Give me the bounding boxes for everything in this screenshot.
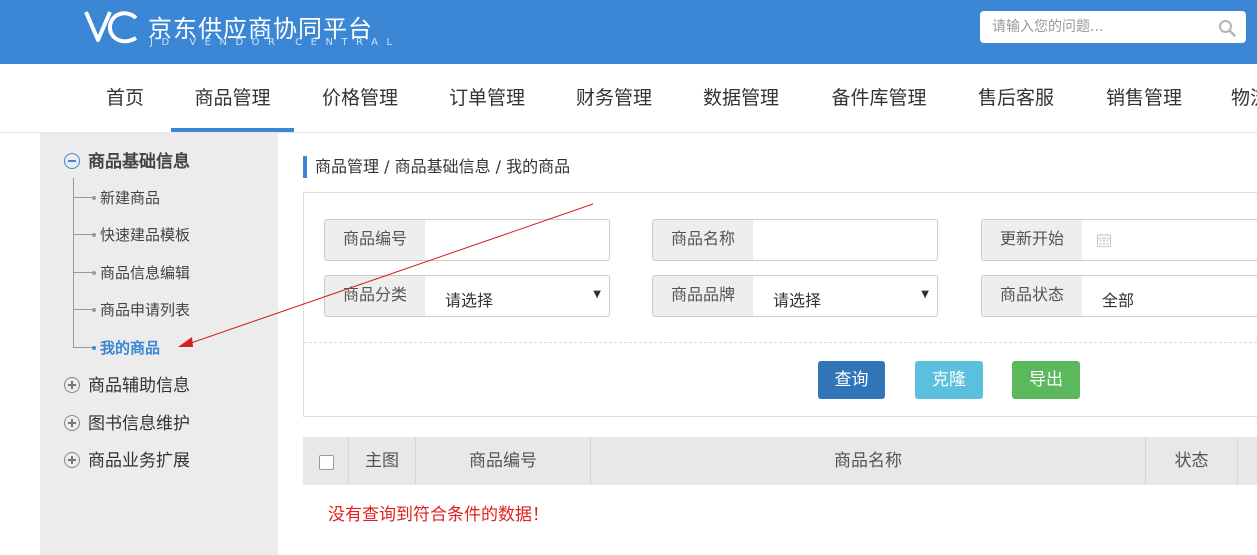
- update-start-field: 更新开始: [981, 219, 1257, 261]
- nav-logistics[interactable]: 物流: [1231, 64, 1257, 128]
- search-icon[interactable]: [1218, 19, 1236, 37]
- sidebar-item-quick-template[interactable]: 快速建品模板: [74, 224, 190, 245]
- nav-spare-parts-management[interactable]: 备件库管理: [819, 64, 939, 128]
- sidebar-group-label: 商品基础信息: [88, 152, 190, 172]
- select-all-checkbox[interactable]: [319, 455, 334, 470]
- chevron-down-icon: ▼: [921, 289, 929, 300]
- brand-select[interactable]: 请选择 ▼: [753, 275, 938, 317]
- sidebar-item-label: 我的商品: [100, 339, 161, 357]
- calendar-icon[interactable]: [1096, 232, 1112, 248]
- top-header: VC 京东供应商协同平台 JD VENDOR CENTRAL: [0, 0, 1257, 64]
- nav-sales-management[interactable]: 销售管理: [1094, 64, 1194, 128]
- empty-results-message: 没有查询到符合条件的数据！: [328, 505, 549, 525]
- expand-icon[interactable]: [64, 415, 80, 431]
- sidebar-group-basic-info[interactable]: 商品基础信息: [64, 147, 190, 172]
- update-start-date-picker[interactable]: [1082, 219, 1257, 261]
- vc-logo-mark: VC: [84, 11, 138, 50]
- select-value: 全部: [1102, 291, 1135, 310]
- breadcrumb: 商品管理 / 商品基础信息 / 我的商品: [303, 156, 570, 178]
- sidebar-item-label: 商品信息编辑: [100, 264, 191, 282]
- sidebar-group-business-extension[interactable]: 商品业务扩展: [64, 446, 190, 471]
- field-label: 商品编号: [324, 219, 426, 261]
- select-value: 请选择: [773, 291, 822, 310]
- query-button[interactable]: 查询: [818, 361, 885, 399]
- product-code-input[interactable]: [425, 220, 609, 260]
- nav-data-management[interactable]: 数据管理: [691, 64, 791, 128]
- category-field: 商品分类 请选择 ▼: [324, 275, 611, 317]
- sidebar-item-label: 快速建品模板: [100, 226, 191, 244]
- nav-finance-management[interactable]: 财务管理: [564, 64, 664, 128]
- main-nav: 首页 商品管理 价格管理 订单管理 财务管理 数据管理 备件库管理 售后客服 销…: [0, 64, 1257, 133]
- select-value: 请选择: [445, 291, 494, 310]
- field-label: 商品状态: [981, 275, 1083, 317]
- platform-subtitle: JD VENDOR CENTRAL: [150, 37, 401, 48]
- brand-field: 商品品牌 请选择 ▼: [652, 275, 939, 317]
- sidebar-group-label: 商品辅助信息: [88, 376, 190, 396]
- logo-mark-text: VC: [111, 45, 119, 50]
- column-header-product-code: 商品编号: [416, 437, 591, 485]
- search-input[interactable]: [980, 11, 1234, 43]
- column-header-status: 状态: [1146, 437, 1238, 485]
- expand-icon[interactable]: [64, 377, 80, 393]
- sidebar-item-application-list[interactable]: 商品申请列表: [74, 299, 190, 320]
- nav-order-management[interactable]: 订单管理: [437, 64, 537, 128]
- help-search: [980, 11, 1246, 43]
- collapse-icon[interactable]: [64, 153, 80, 169]
- expand-icon[interactable]: [64, 452, 80, 468]
- sidebar-group-auxiliary-info[interactable]: 商品辅助信息: [64, 371, 190, 396]
- results-table-header: 主图 商品编号 商品名称 状态: [303, 437, 1257, 485]
- sidebar-group-label: 图书信息维护: [88, 414, 190, 434]
- field-label: 更新开始: [981, 219, 1083, 261]
- sidebar-item-label: 商品申请列表: [100, 301, 191, 319]
- divider: [304, 342, 1257, 343]
- sidebar-item-new-product[interactable]: 新建商品: [74, 187, 160, 208]
- sidebar-group-book-info[interactable]: 图书信息维护: [64, 409, 190, 434]
- field-label: 商品品牌: [652, 275, 754, 317]
- column-header-image: 主图: [349, 437, 416, 485]
- sidebar-item-my-products[interactable]: 我的商品: [74, 337, 160, 358]
- chevron-down-icon: ▼: [593, 289, 601, 300]
- product-code-field: 商品编号: [324, 219, 611, 261]
- sidebar-item-label: 新建商品: [100, 189, 161, 207]
- product-name-field: 商品名称: [652, 219, 939, 261]
- export-button[interactable]: 导出: [1012, 361, 1080, 399]
- select-all-cell: [303, 437, 349, 485]
- sidebar-group-label: 商品业务扩展: [88, 451, 190, 471]
- clone-button[interactable]: 克隆: [915, 361, 983, 399]
- product-name-input[interactable]: [753, 220, 937, 260]
- column-header-product-name: 商品名称: [591, 437, 1146, 485]
- category-select[interactable]: 请选择 ▼: [425, 275, 610, 317]
- status-select[interactable]: 全部 ▼: [1082, 275, 1257, 317]
- sidebar-item-info-edit[interactable]: 商品信息编辑: [74, 262, 190, 283]
- nav-after-sales-service[interactable]: 售后客服: [966, 64, 1066, 128]
- sidebar: 商品基础信息 新建商品 快速建品模板 商品信息编辑 商品申请列表 我的商品 商品…: [40, 133, 278, 555]
- status-field: 商品状态 全部 ▼: [981, 275, 1257, 317]
- nav-product-management[interactable]: 商品管理: [171, 64, 294, 132]
- nav-home[interactable]: 首页: [95, 64, 155, 128]
- field-label: 商品名称: [652, 219, 754, 261]
- nav-price-management[interactable]: 价格管理: [310, 64, 410, 128]
- field-label: 商品分类: [324, 275, 426, 317]
- filter-panel: 商品编号 商品名称 更新开始 商品分类 请选择 ▼ 商品品牌 请选择 ▼ 商品状…: [303, 192, 1257, 417]
